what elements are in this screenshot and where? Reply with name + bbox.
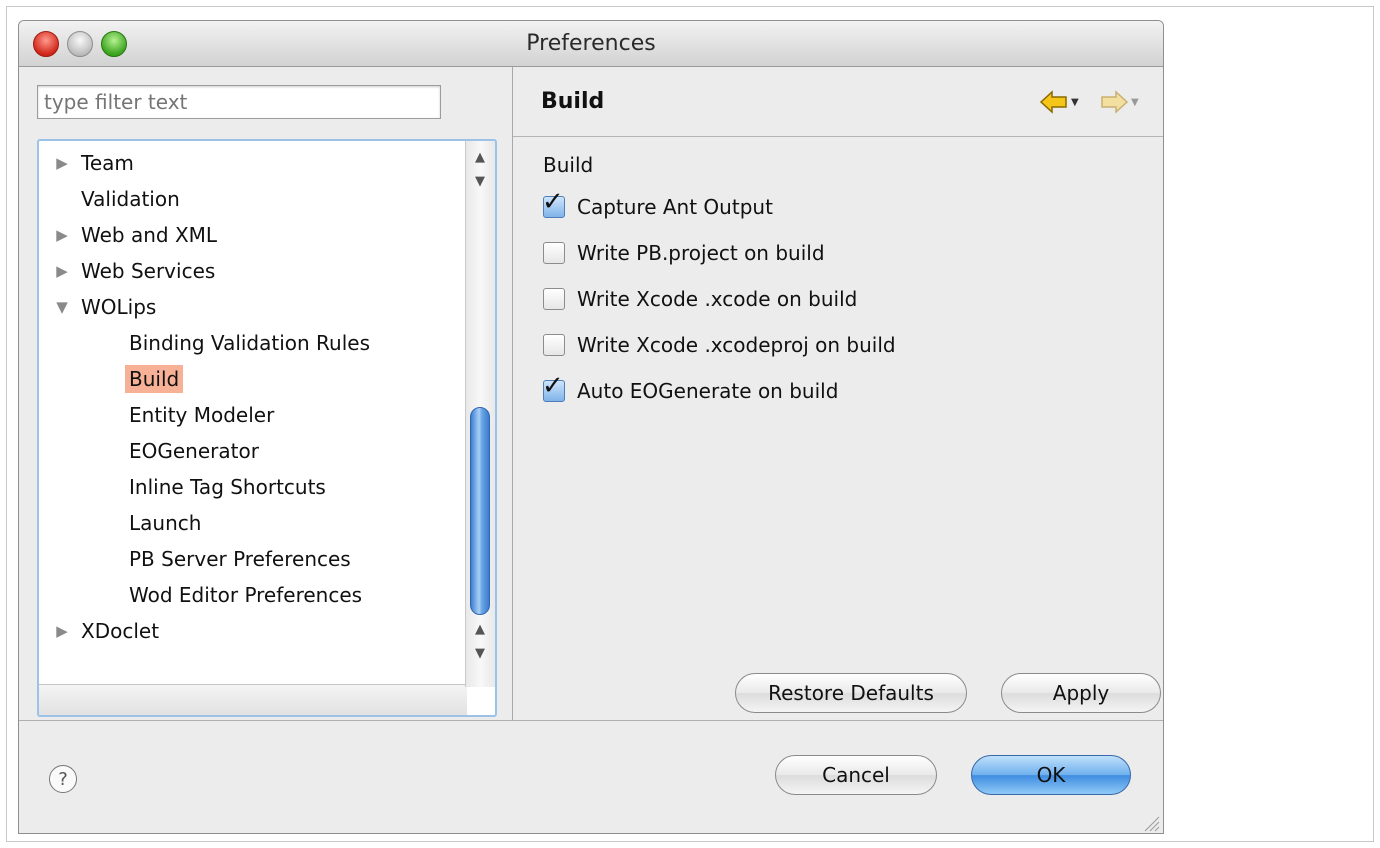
option-label: Write Xcode .xcode on build <box>577 287 858 311</box>
option-label: Write PB.project on build <box>577 241 825 265</box>
tree-item-label: Web and XML <box>81 223 218 247</box>
tree-item[interactable]: ▶ Web and XML <box>51 217 217 253</box>
apply-button[interactable]: Apply <box>1001 673 1161 713</box>
back-menu-caret-icon[interactable]: ▼ <box>1071 97 1079 108</box>
option-label: Write Xcode .xcodeproj on build <box>577 333 896 357</box>
tree-item[interactable]: ▼ WOLips <box>51 289 156 325</box>
tree-item[interactable]: Binding Validation Rules <box>129 325 370 361</box>
tree-arrow-spacer <box>51 189 73 209</box>
expand-arrow-icon[interactable]: ▶ <box>51 261 73 281</box>
option-label: Capture Ant Output <box>577 195 773 219</box>
preferences-navigation-pane: ▶ Team Validation ▶ Web and XML ▶ Web Services… <box>19 67 513 720</box>
option-row[interactable]: Write PB.project on build <box>543 239 825 267</box>
tree-item[interactable]: ▶ Team <box>51 145 134 181</box>
tree-item[interactable]: Entity Modeler <box>129 397 274 433</box>
tree-item[interactable]: Validation <box>51 181 180 217</box>
option-row[interactable]: Write Xcode .xcodeproj on build <box>543 331 896 359</box>
tree-item-label: Entity Modeler <box>129 403 275 427</box>
expand-arrow-icon[interactable]: ▶ <box>51 621 73 641</box>
back-button[interactable]: ▼ <box>1039 89 1079 115</box>
tree-item[interactable]: ▶ XDoclet <box>51 613 159 649</box>
tree-item-label: PB Server Preferences <box>129 547 351 571</box>
checkmark-icon: ✓ <box>542 371 564 401</box>
tree-item-label: Validation <box>81 187 180 211</box>
option-row[interactable]: ✓ Capture Ant Output <box>542 189 773 221</box>
tree-item-label: Wod Editor Preferences <box>129 583 363 607</box>
dialog-button-bar: ? Cancel OK <box>19 720 1163 833</box>
forward-menu-caret-icon[interactable]: ▼ <box>1131 97 1139 108</box>
scroll-down-arrow-icon[interactable]: ▼ <box>466 643 494 665</box>
tree-item[interactable]: PB Server Preferences <box>129 541 351 577</box>
tree-item-label: Team <box>81 151 134 175</box>
scroll-up-arrow-icon[interactable]: ▲ <box>466 619 494 641</box>
option-label: Auto EOGenerate on build <box>577 379 839 403</box>
option-checkbox[interactable] <box>543 334 565 356</box>
tree-item[interactable]: Build <box>125 361 184 397</box>
window-title: Preferences <box>526 31 656 56</box>
tree-item-label: EOGenerator <box>129 439 259 463</box>
tree-item[interactable]: ▶ Web Services <box>51 253 215 289</box>
expand-arrow-icon[interactable]: ▶ <box>51 153 73 173</box>
tree-item-label: Binding Validation Rules <box>129 331 371 355</box>
collapse-arrow-icon[interactable]: ▼ <box>51 297 73 317</box>
help-icon[interactable]: ? <box>49 765 77 793</box>
preferences-tree: ▶ Team Validation ▶ Web and XML ▶ Web Services… <box>37 139 497 717</box>
vertical-scrollbar[interactable]: ▲ ▼ ▲ ▼ <box>465 141 495 687</box>
filter-input[interactable] <box>37 85 441 119</box>
horizontal-scrollbar[interactable] <box>39 684 467 715</box>
scroll-down-arrow-icon[interactable]: ▼ <box>466 171 494 193</box>
restore-defaults-button[interactable]: Restore Defaults <box>735 673 967 713</box>
page-title: Build <box>541 89 605 114</box>
preferences-window: Preferences ▶TeamValidation▶Web and XML▶… <box>18 20 1164 834</box>
option-checkbox[interactable] <box>543 242 565 264</box>
tree-item-label: Web Services <box>81 259 216 283</box>
build-group-label: Build <box>543 153 594 177</box>
option-checkbox[interactable] <box>543 288 565 310</box>
option-row[interactable]: Write Xcode .xcode on build <box>543 285 857 313</box>
checkmark-icon: ✓ <box>542 187 564 217</box>
tree-item[interactable]: Wod Editor Preferences <box>129 577 362 613</box>
forward-button[interactable]: ▼ <box>1099 89 1139 115</box>
back-arrow-icon <box>1039 90 1067 114</box>
tree-item-label: Build <box>125 365 184 393</box>
scroll-up-arrow-icon[interactable]: ▲ <box>466 147 494 169</box>
resize-grip-icon[interactable] <box>1139 811 1161 833</box>
tree-item[interactable]: EOGenerator <box>129 433 259 469</box>
tree-item-label: WOLips <box>81 295 157 319</box>
forward-arrow-icon <box>1101 90 1129 114</box>
option-checkbox[interactable]: ✓ <box>542 373 565 402</box>
ok-button[interactable]: OK <box>971 755 1131 795</box>
title-bar[interactable]: Preferences <box>19 21 1163 67</box>
page-header: Build ▼ ▼ <box>513 67 1163 137</box>
option-checkbox[interactable]: ✓ <box>542 189 565 218</box>
tree-item-label: Inline Tag Shortcuts <box>129 475 326 499</box>
cancel-button[interactable]: Cancel <box>775 755 937 795</box>
preference-page: Build ▼ ▼ Build ✓ Capture Ant Output Write… <box>513 67 1163 720</box>
expand-arrow-icon[interactable]: ▶ <box>51 225 73 245</box>
tree-item[interactable]: Launch <box>129 505 201 541</box>
tree-item[interactable]: Inline Tag Shortcuts <box>129 469 326 505</box>
option-row[interactable]: ✓ Auto EOGenerate on build <box>542 373 839 405</box>
scrollbar-thumb[interactable] <box>470 407 490 615</box>
tree-item-label: Launch <box>129 511 202 535</box>
tree-item-label: XDoclet <box>81 619 160 643</box>
